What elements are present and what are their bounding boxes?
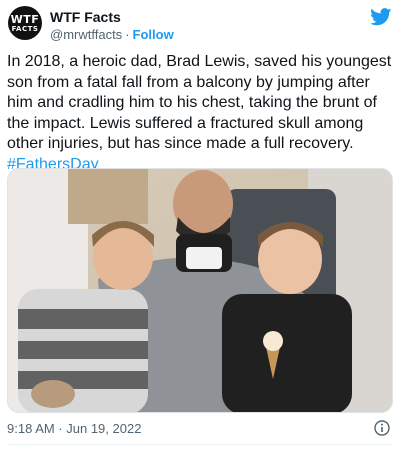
tweet-text: In 2018, a heroic dad, Brad Lewis, saved…	[7, 52, 395, 175]
account-handle[interactable]: @mrwtffacts	[50, 27, 122, 42]
tweet-body: In 2018, a heroic dad, Brad Lewis, saved…	[7, 53, 392, 152]
separator: ·	[125, 27, 130, 42]
bird-logo-icon[interactable]	[370, 8, 392, 26]
tweet-card: WTF FACTS WTF Facts @mrwtffacts · Follow I…	[0, 0, 400, 454]
avatar-text-bottom: FACTS	[11, 24, 39, 33]
tweet-header: WTF FACTS WTF Facts @mrwtffacts · Follow	[8, 6, 392, 46]
avatar-text-top: WTF	[10, 12, 40, 26]
tweet-photo[interactable]	[7, 168, 393, 413]
follow-button[interactable]: Follow	[133, 27, 174, 42]
account-name[interactable]: WTF Facts	[50, 9, 121, 25]
info-icon[interactable]	[374, 420, 390, 436]
tweet-timestamp[interactable]: 9:18 AM · Jun 19, 2022	[7, 421, 141, 436]
avatar[interactable]: WTF FACTS	[8, 6, 42, 40]
photo-illustration	[8, 169, 392, 412]
divider	[7, 444, 393, 445]
handle-line: @mrwtffacts · Follow	[50, 27, 174, 42]
